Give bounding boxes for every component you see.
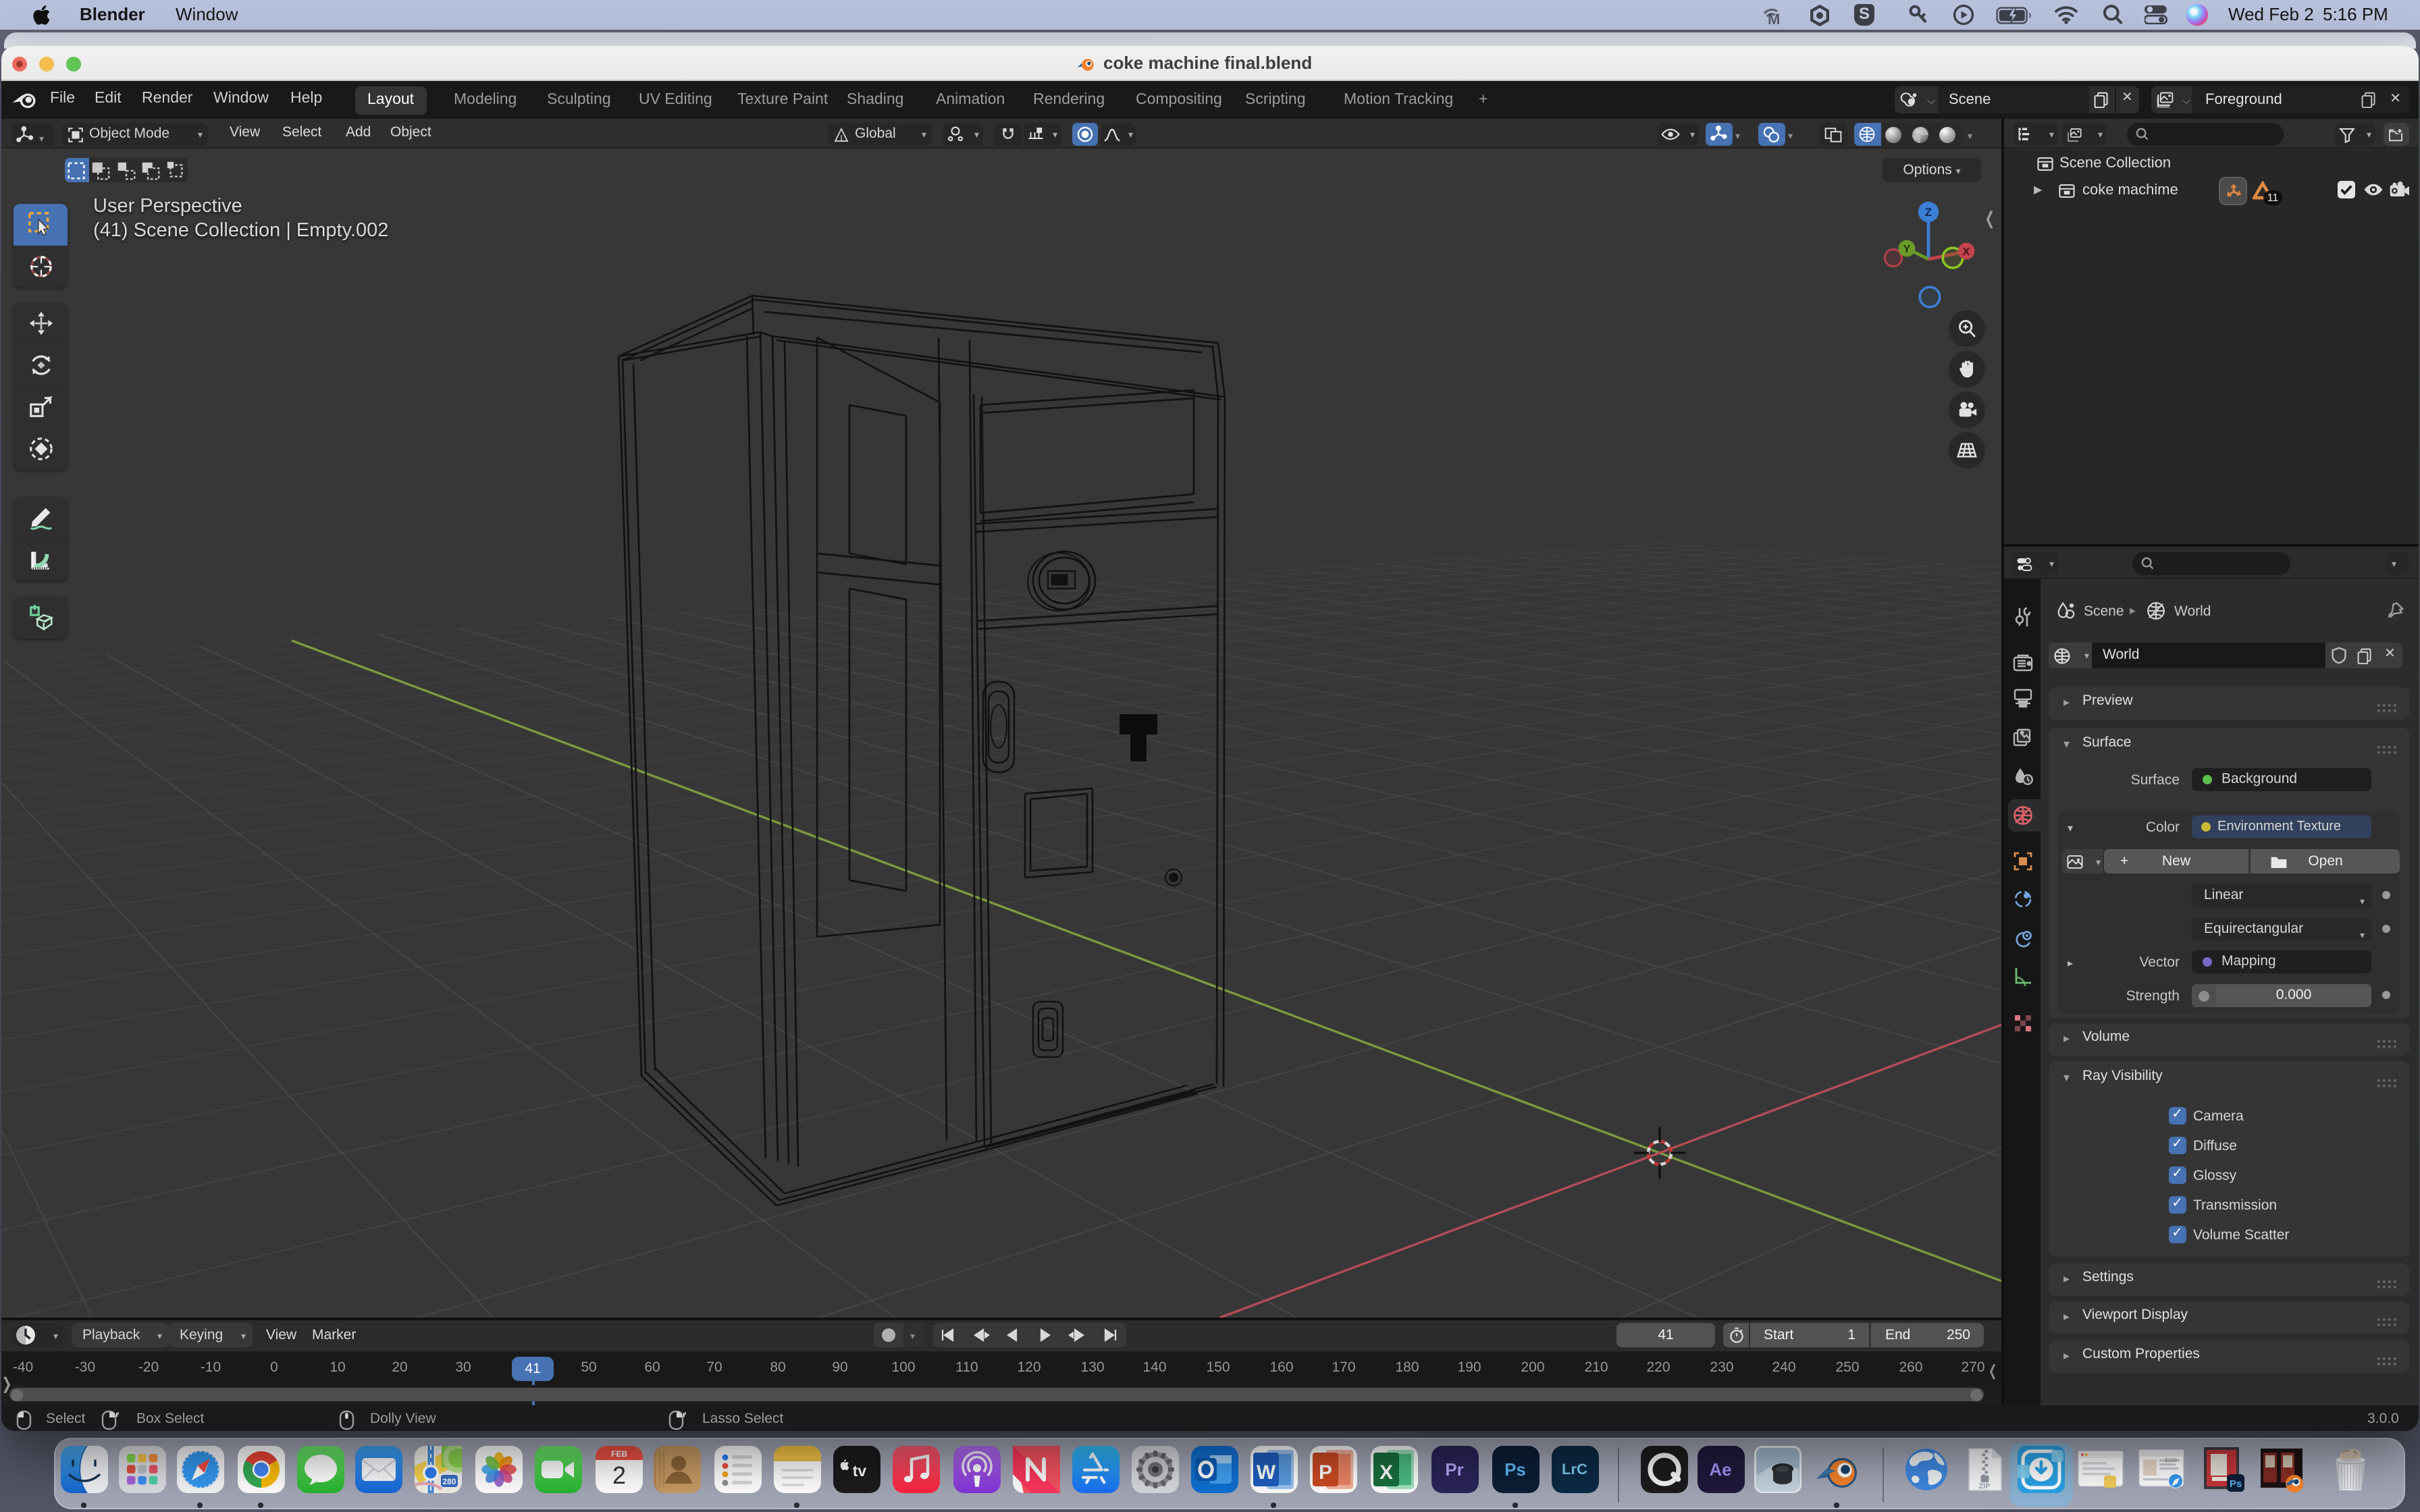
svg-text:ZIP: ZIP <box>1978 1482 1989 1490</box>
svg-text:tv: tv <box>852 1462 866 1480</box>
svg-text:W: W <box>1256 1461 1275 1484</box>
svg-text:Y: Y <box>1903 244 1911 255</box>
svg-text:FEB: FEB <box>610 1449 627 1459</box>
svg-text:$180: $180 <box>2164 1457 2176 1463</box>
svg-text:P: P <box>1318 1461 1332 1484</box>
svg-text:X: X <box>1379 1461 1392 1484</box>
svg-text:M: M <box>1768 11 1780 26</box>
svg-text:Z: Z <box>1925 206 1932 219</box>
svg-text:2: 2 <box>612 1461 625 1489</box>
svg-text:280: 280 <box>442 1477 455 1486</box>
svg-text:X: X <box>1963 246 1970 258</box>
svg-text:Ps: Ps <box>2229 1478 2241 1490</box>
